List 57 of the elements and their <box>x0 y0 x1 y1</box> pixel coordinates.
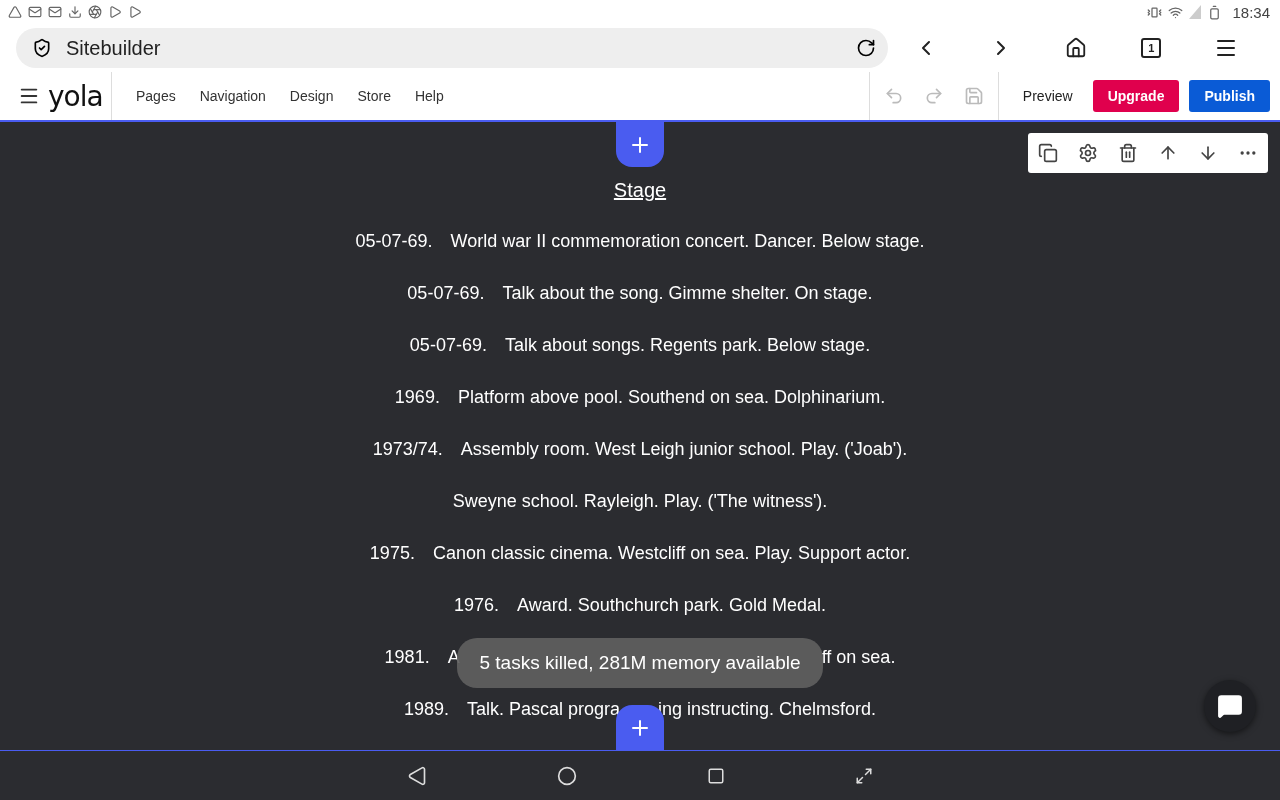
row-text: A <box>447 646 460 668</box>
aperture-icon <box>88 5 102 19</box>
chat-icon <box>1217 693 1243 719</box>
section-title[interactable]: Stage <box>613 176 667 204</box>
upgrade-button[interactable]: Upgrade <box>1092 80 1180 112</box>
row-text: Assembly room. West Leigh junior school. Play. ('Joab'). <box>460 438 908 460</box>
row-date: 1969. <box>394 386 440 408</box>
home-icon[interactable] <box>557 765 577 786</box>
home-icon[interactable] <box>1065 37 1088 59</box>
address-bar[interactable]: Sitebuilder <box>16 28 889 68</box>
tab-count-icon[interactable]: 1 <box>1141 38 1162 58</box>
row-date: 05-07-69. <box>407 282 485 304</box>
logo[interactable]: yola <box>48 79 103 113</box>
row-text: Talk about the song. Gimme shelter. On stage. <box>502 282 873 304</box>
row-text: Talk. Pascal progra <box>466 698 620 720</box>
menu-item[interactable]: Navigation <box>187 88 278 104</box>
row-text: Platform above pool. Southend on sea. Dolphinarium. <box>457 386 886 408</box>
row-date: 1989. <box>403 698 449 720</box>
row-date: 1975. <box>369 542 415 564</box>
copy-icon[interactable] <box>1038 143 1058 163</box>
menu-item[interactable]: Help <box>402 88 456 104</box>
recents-icon[interactable] <box>707 766 725 785</box>
shield-icon <box>32 38 52 58</box>
wifi-icon <box>1168 4 1184 20</box>
download-icon <box>68 5 82 19</box>
settings-icon[interactable] <box>1078 143 1098 163</box>
back-icon[interactable] <box>407 765 427 786</box>
menu-item[interactable]: Pages <box>124 88 188 104</box>
reload-icon[interactable] <box>856 38 877 58</box>
menu-item[interactable]: Design <box>277 88 346 104</box>
chat-button[interactable] <box>1204 680 1256 732</box>
vibrate-icon <box>1147 4 1163 20</box>
row-text: Sweyne school. Rayleigh. Play. ('The witness'). <box>452 490 828 512</box>
row-text: World war II commemoration concert. Dancer. Below stage. <box>450 230 925 252</box>
toast: 5 tasks killed, 281M memory available <box>457 638 823 688</box>
row-text: ff on sea. <box>821 646 896 668</box>
add-block-button[interactable] <box>616 122 664 167</box>
row-date: 1981. <box>384 646 430 668</box>
triangle-icon <box>8 5 22 19</box>
row-date: 05-07-69. <box>409 334 487 356</box>
row-date: 05-07-69. <box>355 230 433 252</box>
play-icon <box>108 5 122 19</box>
play-icon <box>128 5 142 19</box>
resize-icon[interactable] <box>855 766 873 785</box>
status-time: 18:34 <box>1232 3 1270 21</box>
mail-icon <box>48 5 62 19</box>
row-date: 1973/74. <box>372 438 443 460</box>
row-date: 1976. <box>454 594 500 616</box>
preview-button[interactable]: Preview <box>1016 72 1079 120</box>
publish-button[interactable]: Publish <box>1189 80 1270 112</box>
row-text: Award. Southchurch park. Gold Medal. <box>517 594 826 616</box>
row-text: Talk about songs. Regents park. Below stage. <box>504 334 871 356</box>
trash-icon[interactable] <box>1118 143 1138 163</box>
row-text: Canon classic cinema. Westcliff on sea. Play. Support actor. <box>432 542 911 564</box>
menu-item[interactable]: Store <box>345 88 403 104</box>
mail-icon <box>28 5 42 19</box>
no-signal-icon <box>1189 5 1202 19</box>
